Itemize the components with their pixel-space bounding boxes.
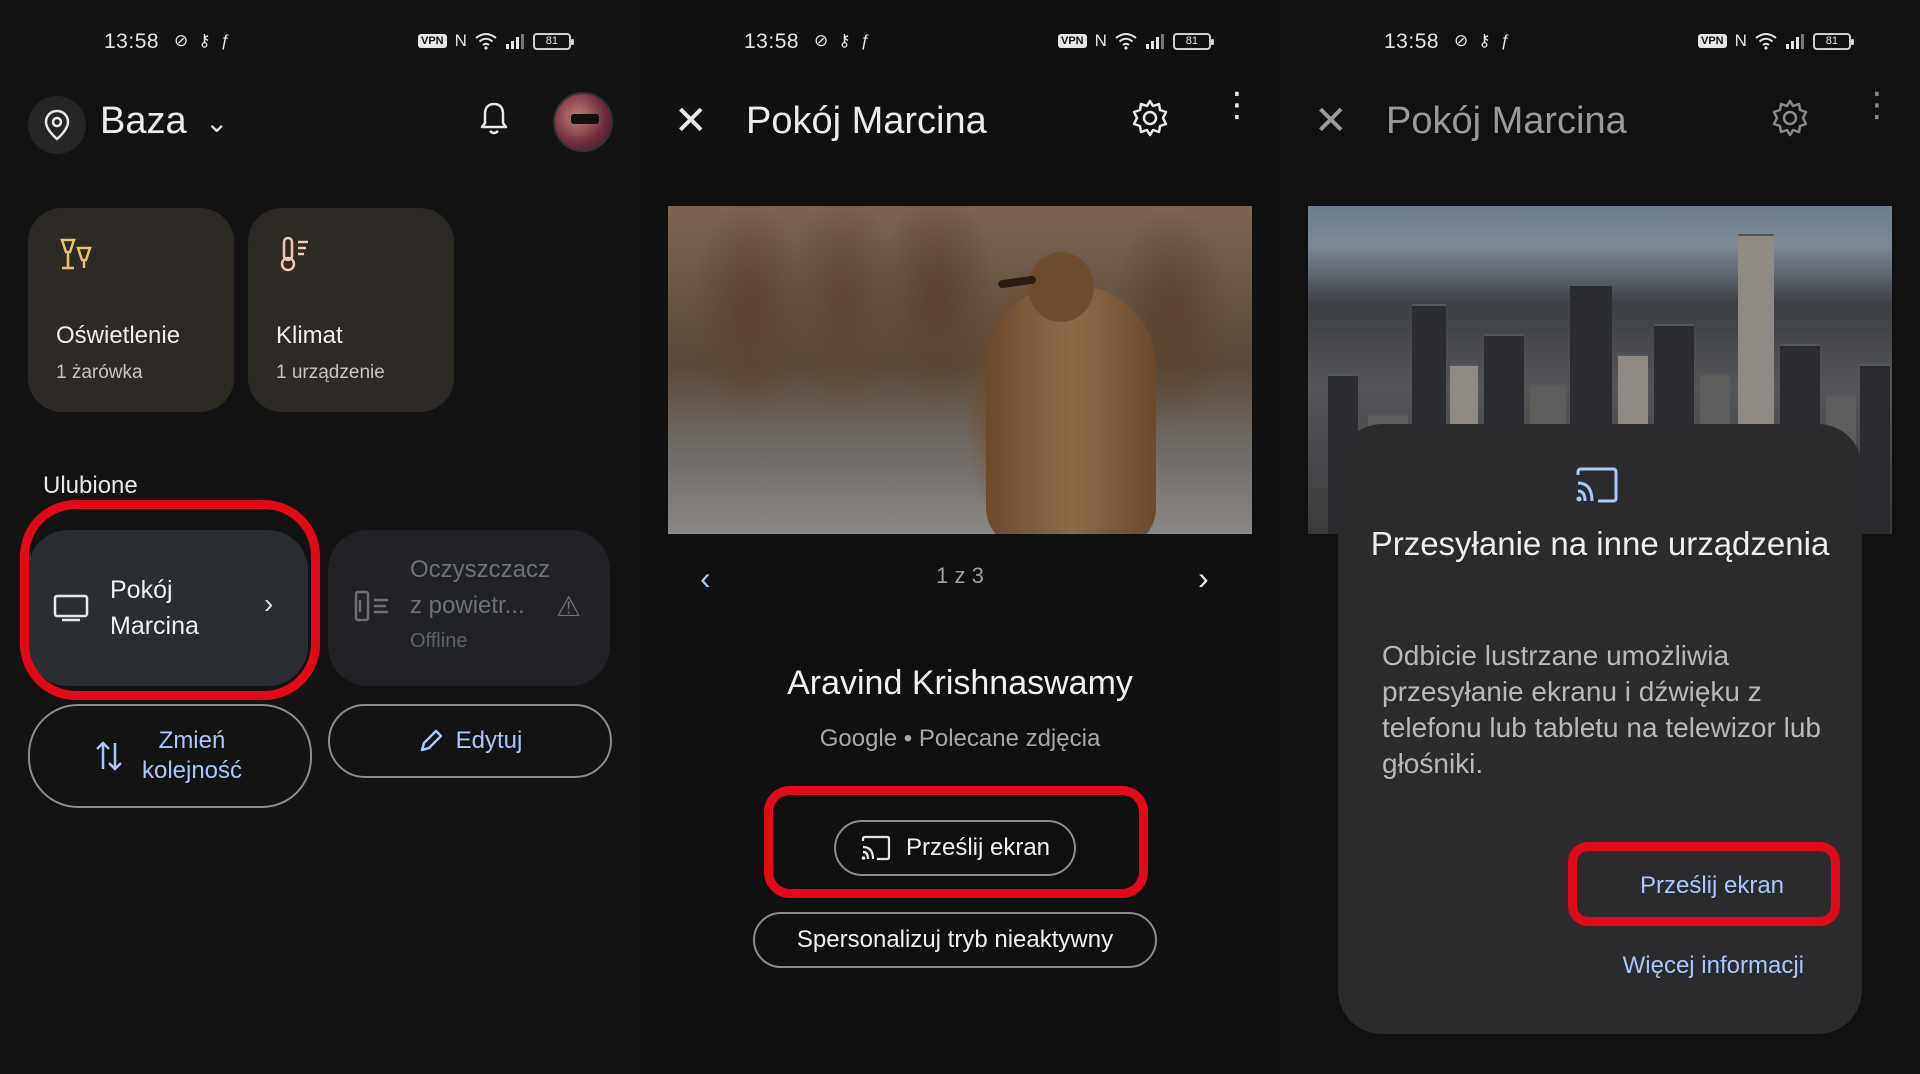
nfc-icon: N [454,31,467,50]
cast-icon [861,835,891,861]
gear-icon[interactable] [1130,98,1170,143]
key-icon: ⚷ [838,31,851,50]
highlight-frame [20,500,320,700]
dialog-body: Odbicie lustrzane umożliwia przesyłanie … [1382,640,1821,779]
chevron-right-icon[interactable]: › [1198,560,1209,597]
status-bar: 13:58 ⊘ ⚷ ƒ VPN N 81 [1280,26,1920,58]
cast-dialog-panel: 13:58 ⊘ ⚷ ƒ VPN N 81 ✕ Pokój Marcina ⋮ P… [1280,0,1920,1074]
lightbulb-icon [56,234,206,282]
check-circle-icon: ⊘ [174,31,189,50]
penguin-shape [986,286,1156,534]
dialog-title: Przesyłanie na inne urządzenia [1370,525,1830,562]
chevron-down-icon[interactable]: ⌄ [205,106,228,139]
battery-icon: 81 [1812,32,1854,50]
more-vert-icon[interactable]: ⋮ [1860,88,1894,122]
thermostat-icon [276,234,426,282]
photo-author: Aravind Krishnaswamy [787,664,1133,702]
page-title: Pokój Marcina [1386,100,1627,142]
more-info-link[interactable]: Więcej informacji [1558,952,1804,980]
app-icon: ƒ [860,31,871,50]
cast-info-dialog: Przesyłanie na inne urządzenia Odbicie l… [1338,424,1862,1034]
bell-icon[interactable] [478,100,510,141]
home-screen-panel: 13:58 ⊘ ⚷ ƒ VPN N 81 Baza ⌄ Oświetlenie … [0,0,640,1074]
close-icon[interactable]: ✕ [674,98,708,144]
check-circle-icon: ⊘ [1454,31,1469,50]
dialog-cast-button[interactable]: Prześlij ekran [1620,860,1804,912]
status-time: 13:58 [744,30,800,53]
status-time: 13:58 [1384,30,1440,53]
ambient-photo [668,206,1252,534]
close-icon[interactable]: ✕ [1314,98,1348,144]
edit-label: Edytuj [455,727,523,754]
cast-icon [1574,466,1620,509]
app-icon: ƒ [220,31,231,50]
cast-screen-button[interactable]: Prześlij ekran [834,820,1076,876]
photo-pager: 1 z 3 [936,563,984,588]
wifi-icon [1115,33,1137,50]
category-name: Klimat [276,322,343,349]
edit-button[interactable]: Edytuj [328,704,612,778]
penguin-head-shape [1028,252,1094,322]
signal-icon [1145,34,1164,49]
building-shape [1860,364,1890,534]
key-icon: ⚷ [1478,31,1491,50]
status-bar: 13:58 ⊘ ⚷ ƒ VPN N 81 [640,26,1280,58]
avatar[interactable] [553,92,613,152]
air-purifier-icon [352,588,392,629]
nfc-icon: N [1094,31,1107,50]
reorder-label: Zmień kolejność [141,727,243,784]
location-pin-icon [44,109,70,141]
wifi-icon [1755,33,1777,50]
room-panel: 13:58 ⊘ ⚷ ƒ VPN N 81 ✕ Pokój Marcina ⋮ ‹… [640,0,1280,1074]
reorder-button[interactable]: Zmień kolejność [28,704,312,808]
category-name: Oświetlenie [56,322,181,349]
signal-icon [1785,34,1804,49]
vpn-icon: VPN [418,34,447,48]
pencil-icon [420,729,442,752]
nfc-icon: N [1734,31,1747,50]
wifi-icon [475,33,497,50]
signal-icon [505,34,524,49]
gear-icon[interactable] [1770,98,1810,143]
category-subtitle: 1 żarówka [56,362,143,383]
swap-vertical-icon [96,741,122,771]
cast-label: Prześlij ekran [905,834,1051,861]
more-vert-icon[interactable]: ⋮ [1220,88,1254,122]
photo-source: Google • Polecane zdjęcia [819,725,1101,752]
status-bar: 13:58 ⊘ ⚷ ƒ VPN N 81 [0,26,640,58]
favorites-heading: Ulubione [43,472,138,499]
check-circle-icon: ⊘ [814,31,829,50]
page-title: Pokój Marcina [746,100,987,142]
category-subtitle: 1 urządzenie [276,362,385,383]
category-lighting-card[interactable]: Oświetlenie 1 żarówka [28,208,234,412]
key-icon: ⚷ [198,31,211,50]
status-time: 13:58 [104,30,160,53]
device-status: Offline [410,630,468,652]
category-climate-card[interactable]: Klimat 1 urządzenie [248,208,454,412]
vpn-icon: VPN [1058,34,1087,48]
personalize-ambient-button[interactable]: Spersonalizuj tryb nieaktywny [753,912,1157,968]
device-purifier-card[interactable]: Oczyszczacz z powietr... Offline ⚠ [328,530,610,686]
device-name: Oczyszczacz z powietr... [410,556,551,619]
battery-icon: 81 [1172,32,1214,50]
vpn-icon: VPN [1698,34,1727,48]
battery-icon: 81 [532,32,574,50]
app-icon: ƒ [1500,31,1511,50]
home-name[interactable]: Baza [100,100,187,143]
home-location-button[interactable] [28,96,86,154]
warning-icon: ⚠ [556,591,582,622]
